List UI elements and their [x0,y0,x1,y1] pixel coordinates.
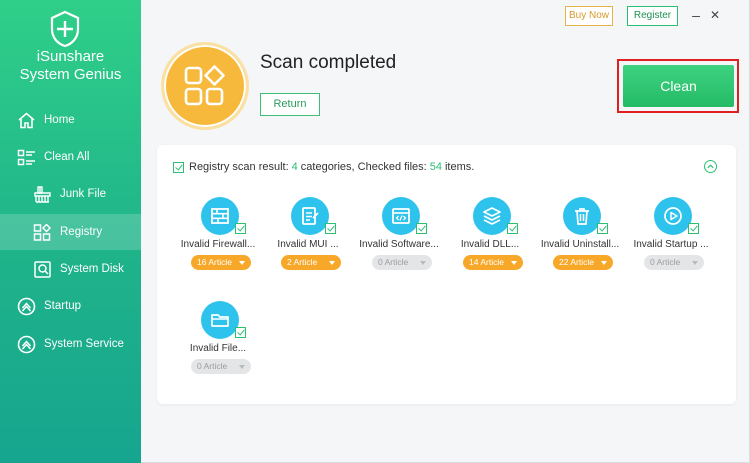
nav-label-system-service: System Service [44,338,124,350]
category-checkbox[interactable] [235,327,246,338]
article-count: 0 Article [650,257,681,267]
article-count-dropdown[interactable]: 0 Article [191,359,251,374]
result-suffix: items. [444,161,475,173]
brand-line1: iSunshare [36,48,105,65]
nav-label-home: Home [44,114,75,126]
nav-label-registry: Registry [60,226,103,238]
article-count-dropdown[interactable]: 22 Article [553,255,613,270]
nav-item-registry[interactable]: Registry [0,214,141,250]
category-tile-software[interactable]: Invalid Software... 0 Article [354,197,444,287]
brand-line2: System Genius [19,66,122,83]
nav-item-system-disk[interactable]: System Disk [0,251,141,287]
startup-icon [17,297,36,315]
category-name: Invalid Startup ... [633,239,709,250]
category-name: Invalid DLL... [460,239,520,250]
category-name: Invalid Uninstall... [540,239,620,250]
article-count: 14 Article [469,257,504,267]
register-button[interactable]: Register [627,6,678,26]
caret-down-icon [329,261,335,265]
software-icon [382,197,420,235]
result-prefix: Registry scan result: [189,161,289,173]
service-icon [17,335,36,353]
category-checkbox[interactable] [235,223,246,234]
category-checkbox[interactable] [325,223,336,234]
nav-item-home[interactable]: Home [0,102,141,138]
category-tile-uninstall[interactable]: Invalid Uninstall... 22 Article [535,197,625,287]
nav-item-clean-all[interactable]: Clean All [0,139,141,175]
category-name: Invalid Software... [359,239,439,250]
category-checkbox[interactable] [597,223,608,234]
collapse-icon[interactable] [704,160,717,173]
category-tile-dll[interactable]: Invalid DLL... 14 Article [445,197,535,287]
apps-grid-icon [184,65,225,106]
article-count-dropdown[interactable]: 2 Article [281,255,341,270]
scan-status-badge [161,42,249,130]
brand-name: iSunshare System Genius [0,48,141,84]
article-count-dropdown[interactable]: 16 Article [191,255,251,270]
category-tile-startup[interactable]: Invalid Startup ... 0 Article [626,197,716,287]
category-checkbox[interactable] [688,223,699,234]
shield-logo-icon [50,10,80,48]
article-count: 0 Article [378,257,409,267]
category-tile-file[interactable]: Invalid File... 0 Article [173,301,263,391]
article-count: 0 Article [197,361,228,371]
article-count: 2 Article [287,257,318,267]
category-name: Invalid MUI ... [277,239,339,250]
caret-down-icon [511,261,517,265]
sidebar: iSunshare System Genius Home Clean All J… [0,0,141,463]
caret-down-icon [420,261,426,265]
disk-icon [34,260,51,278]
result-mid: categories, Checked files: [300,161,427,173]
scan-result-panel: Registry scan result: 4 categories, Chec… [157,145,736,404]
scan-result-summary: Registry scan result: 4 categories, Chec… [173,161,474,173]
nav-item-system-service[interactable]: System Service [0,326,141,362]
play-icon [654,197,692,235]
category-tile-mui[interactable]: Invalid MUI ... 2 Article [263,197,353,287]
article-count-dropdown[interactable]: 14 Article [463,255,523,270]
nav-item-startup[interactable]: Startup [0,288,141,324]
caret-down-icon [239,365,245,369]
files-count: 54 [429,161,442,173]
select-all-checkbox[interactable] [173,161,184,173]
article-count-dropdown[interactable]: 0 Article [372,255,432,270]
minimize-icon[interactable]: – [689,7,703,23]
folder-icon [201,301,239,339]
close-icon[interactable]: ✕ [708,7,722,23]
nav-item-junk-file[interactable]: Junk File [0,176,141,212]
main-content: Buy Now Register – ✕ Scan completed Retu… [141,0,750,463]
article-count: 16 Article [197,257,232,267]
category-name: Invalid Firewall... [180,239,256,250]
caret-down-icon [239,261,245,265]
category-checkbox[interactable] [416,223,427,234]
layers-icon [473,197,511,235]
category-tile-firewall[interactable]: Invalid Firewall... 16 Article [173,197,263,287]
clean-button[interactable]: Clean [623,65,734,107]
home-icon [18,111,35,128]
grid-icon [33,223,52,241]
nav-label-junk-file: Junk File [60,188,107,200]
nav-label-clean-all: Clean All [44,151,90,163]
nav-label-system-disk: System Disk [60,263,124,275]
caret-down-icon [692,261,698,265]
nav-label-startup: Startup [44,300,82,312]
document-icon [291,197,329,235]
broom-icon [34,185,51,203]
article-count-dropdown[interactable]: 0 Article [644,255,704,270]
article-count: 22 Article [559,257,594,267]
category-checkbox[interactable] [507,223,518,234]
categories-count: 4 [291,161,298,173]
list-icon [17,149,35,165]
firewall-icon [201,197,239,235]
buy-now-button[interactable]: Buy Now [565,6,613,26]
trash-icon [563,197,601,235]
return-button[interactable]: Return [260,93,320,116]
category-name: Invalid File... [189,343,247,354]
caret-down-icon [601,261,607,265]
scan-status-title: Scan completed [260,52,397,73]
